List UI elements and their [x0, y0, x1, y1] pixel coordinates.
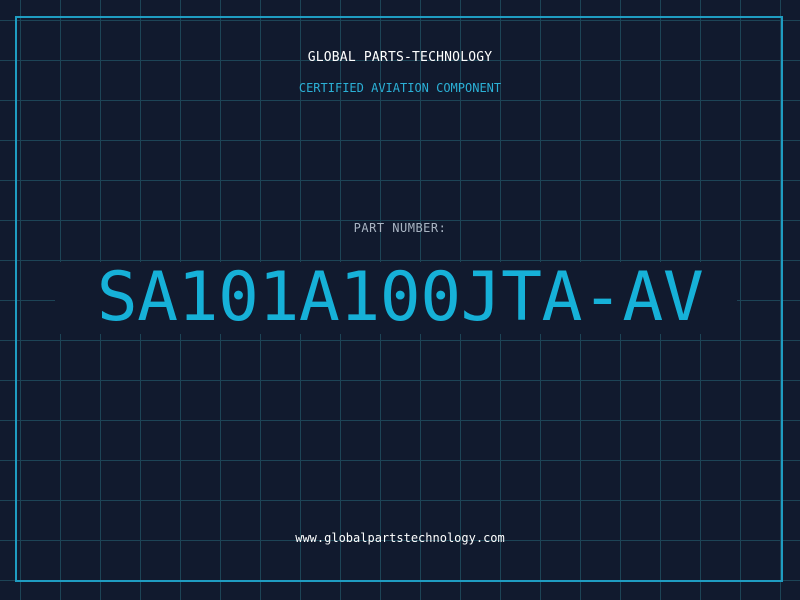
company-name: GLOBAL PARTS-TECHNOLOGY — [307, 50, 493, 65]
certification-tagline: CERTIFIED AVIATION COMPONENT — [298, 81, 502, 95]
label-canvas: GLOBAL PARTS-TECHNOLOGY CERTIFIED AVIATI… — [0, 0, 800, 600]
website-url: www.globalpartstechnology.com — [295, 531, 505, 545]
part-number-label: PART NUMBER: — [353, 221, 447, 235]
part-number-value: SA101A100JTA-AV — [96, 258, 704, 337]
